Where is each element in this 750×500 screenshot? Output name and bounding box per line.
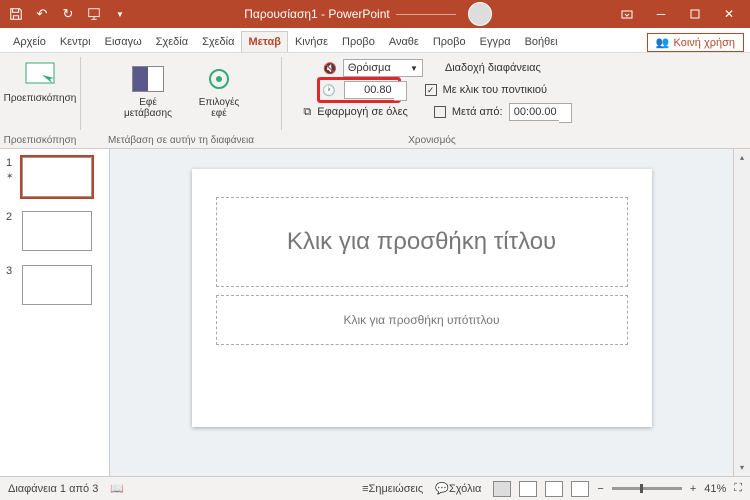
start-slideshow-button[interactable] [82, 2, 106, 26]
tab-draw[interactable]: Σχεδία [149, 31, 195, 52]
sorter-view-button[interactable] [519, 481, 537, 497]
title-bar: ↶ ↻ ▼ Παρουσίαση1 - PowerPoint ─ ✕ [0, 0, 750, 28]
group-timing: 🔇 Θρόισμα▼ Διαδοχή διαφάνειας 🕐 00.80▴▾ … [282, 53, 582, 148]
window-controls: ─ ✕ [610, 0, 746, 28]
tab-animations[interactable]: Κινήσε [288, 31, 335, 52]
apply-all-icon: ⧉ [303, 106, 311, 119]
options-label: Επιλογές εφέ [199, 97, 239, 119]
thumbnail-pane: 1✶ 2 3 [0, 149, 110, 476]
sound-icon: 🔇 [323, 62, 337, 75]
window-title: Παρουσίαση1 - PowerPoint [132, 2, 610, 26]
spellcheck-icon[interactable]: 📖 [110, 482, 124, 495]
reading-view-button[interactable] [545, 481, 563, 497]
zoom-value[interactable]: 41% [704, 483, 726, 495]
sound-dropdown[interactable]: Θρόισμα▼ [343, 59, 423, 77]
after-value: 00:00.00 [514, 106, 557, 118]
group-label-preview: Προεπισκόπηση [0, 135, 80, 146]
zoom-out-button[interactable]: − [597, 483, 603, 495]
zoom-in-button[interactable]: + [690, 483, 696, 495]
scroll-down-button[interactable]: ▾ [734, 459, 750, 476]
slide-canvas: Κλικ για προσθήκη τίτλου Κλικ για προσθή… [110, 149, 733, 476]
share-icon: 👥 [656, 36, 670, 49]
title-placeholder[interactable]: Κλικ για προσθήκη τίτλου [216, 197, 628, 287]
duration-highlight: 🕐 00.80▴▾ [317, 77, 401, 103]
notes-button[interactable]: ≡Σημειώσεις [362, 483, 423, 495]
notes-label: Σημειώσεις [369, 483, 424, 495]
duration-spinner[interactable]: 00.80▴▾ [344, 81, 396, 99]
duration-value: 00.80 [364, 84, 392, 96]
quick-access-toolbar: ↶ ↻ ▼ [4, 2, 132, 26]
tab-design[interactable]: Σχεδία [195, 31, 241, 52]
tab-review[interactable]: Αναθε [382, 31, 426, 52]
thumbnail-2[interactable]: 2 [6, 211, 103, 251]
tab-file[interactable]: Αρχείο [6, 31, 53, 52]
preview-button[interactable]: Προεπισκόπηση [10, 55, 70, 104]
thumbnail-3[interactable]: 3 [6, 265, 103, 305]
scroll-up-button[interactable]: ▴ [734, 149, 750, 166]
effect-options-button[interactable]: Εφέ μετάβασης [116, 59, 180, 119]
save-button[interactable] [4, 2, 28, 26]
tab-transitions[interactable]: Μεταβ [241, 31, 287, 52]
group-label-transition: Μετάβαση σε αυτήν τη διαφάνεια [81, 135, 281, 146]
comments-label: Σχόλια [449, 483, 482, 495]
tab-help[interactable]: Βοήθει [518, 31, 565, 52]
slide[interactable]: Κλικ για προσθήκη τίτλου Κλικ για προσθή… [192, 169, 652, 427]
preview-label: Προεπισκόπηση [4, 93, 77, 104]
thumbnail-1[interactable]: 1✶ [6, 157, 103, 197]
after-label: Μετά από: [452, 106, 503, 118]
tab-recording[interactable]: Εγγρα [473, 31, 518, 52]
transition-indicator-icon: ✶ [6, 171, 16, 182]
fit-to-window-button[interactable]: ⛶ [734, 482, 742, 495]
title-text: Παρουσίαση1 - PowerPoint [244, 7, 389, 21]
apply-all-button[interactable]: Εφαρμογή σε όλες [317, 106, 408, 118]
after-spinner[interactable]: 00:00.00▴▾ [509, 103, 561, 121]
group-label-timing: Χρονισμός [282, 135, 582, 146]
ribbon: Προεπισκόπηση Προεπισκόπηση Εφέ μετάβαση… [0, 53, 750, 149]
qat-dropdown[interactable]: ▼ [108, 2, 132, 26]
vertical-scrollbar[interactable]: ▴ ▾ [733, 149, 750, 476]
redo-button[interactable]: ↻ [56, 2, 80, 26]
group-preview: Προεπισκόπηση Προεπισκόπηση [0, 53, 80, 148]
effect-label: Εφέ μετάβασης [124, 97, 172, 119]
subtitle-placeholder[interactable]: Κλικ για προσθήκη υπότιτλου [216, 295, 628, 345]
undo-button[interactable]: ↶ [30, 2, 54, 26]
options-button[interactable]: Επιλογές εφέ [192, 59, 246, 119]
share-label: Κοινή χρήση [674, 37, 736, 49]
close-button[interactable]: ✕ [712, 0, 746, 28]
share-button[interactable]: 👥 Κοινή χρήση [647, 33, 744, 52]
minimize-button[interactable]: ─ [644, 0, 678, 28]
slideshow-view-button[interactable] [571, 481, 589, 497]
status-bar: Διαφάνεια 1 από 3 📖 ≡Σημειώσεις 💬Σχόλια … [0, 476, 750, 500]
preview-icon [24, 59, 56, 91]
title-placeholder-text: Κλικ για προσθήκη τίτλου [287, 228, 556, 256]
user-avatar[interactable] [468, 2, 492, 26]
effect-icon [132, 63, 164, 95]
zoom-slider[interactable] [612, 487, 682, 490]
tab-insert[interactable]: Εισαγω [98, 31, 149, 52]
on-click-label: Με κλικ του ποντικιού [443, 84, 547, 96]
sound-value: Θρόισμα [348, 62, 391, 74]
normal-view-button[interactable] [493, 481, 511, 497]
on-click-checkbox[interactable]: ✓ [425, 84, 437, 96]
advance-label: Διαδοχή διαφάνειας [445, 62, 541, 74]
tab-home[interactable]: Κεντρι [53, 31, 98, 52]
tab-slideshow[interactable]: Προβο [335, 31, 382, 52]
after-checkbox[interactable] [434, 106, 446, 118]
comments-button[interactable]: 💬Σχόλια [435, 482, 481, 495]
ribbon-tabs: Αρχείο Κεντρι Εισαγω Σχεδία Σχεδία Μεταβ… [0, 28, 750, 53]
group-transition: Εφέ μετάβασης Επιλογές εφέ Μετάβαση σε α… [81, 53, 281, 148]
ribbon-options-button[interactable] [610, 0, 644, 28]
tab-view[interactable]: Προβο [426, 31, 473, 52]
subtitle-placeholder-text: Κλικ για προσθήκη υπότιτλου [343, 313, 499, 327]
options-icon [203, 63, 235, 95]
workspace: 1✶ 2 3 Κλικ για προσθήκη τίτλου Κλικ για… [0, 149, 750, 476]
maximize-button[interactable] [678, 0, 712, 28]
duration-icon: 🕐 [322, 84, 336, 97]
slide-counter: Διαφάνεια 1 από 3 [8, 483, 98, 495]
